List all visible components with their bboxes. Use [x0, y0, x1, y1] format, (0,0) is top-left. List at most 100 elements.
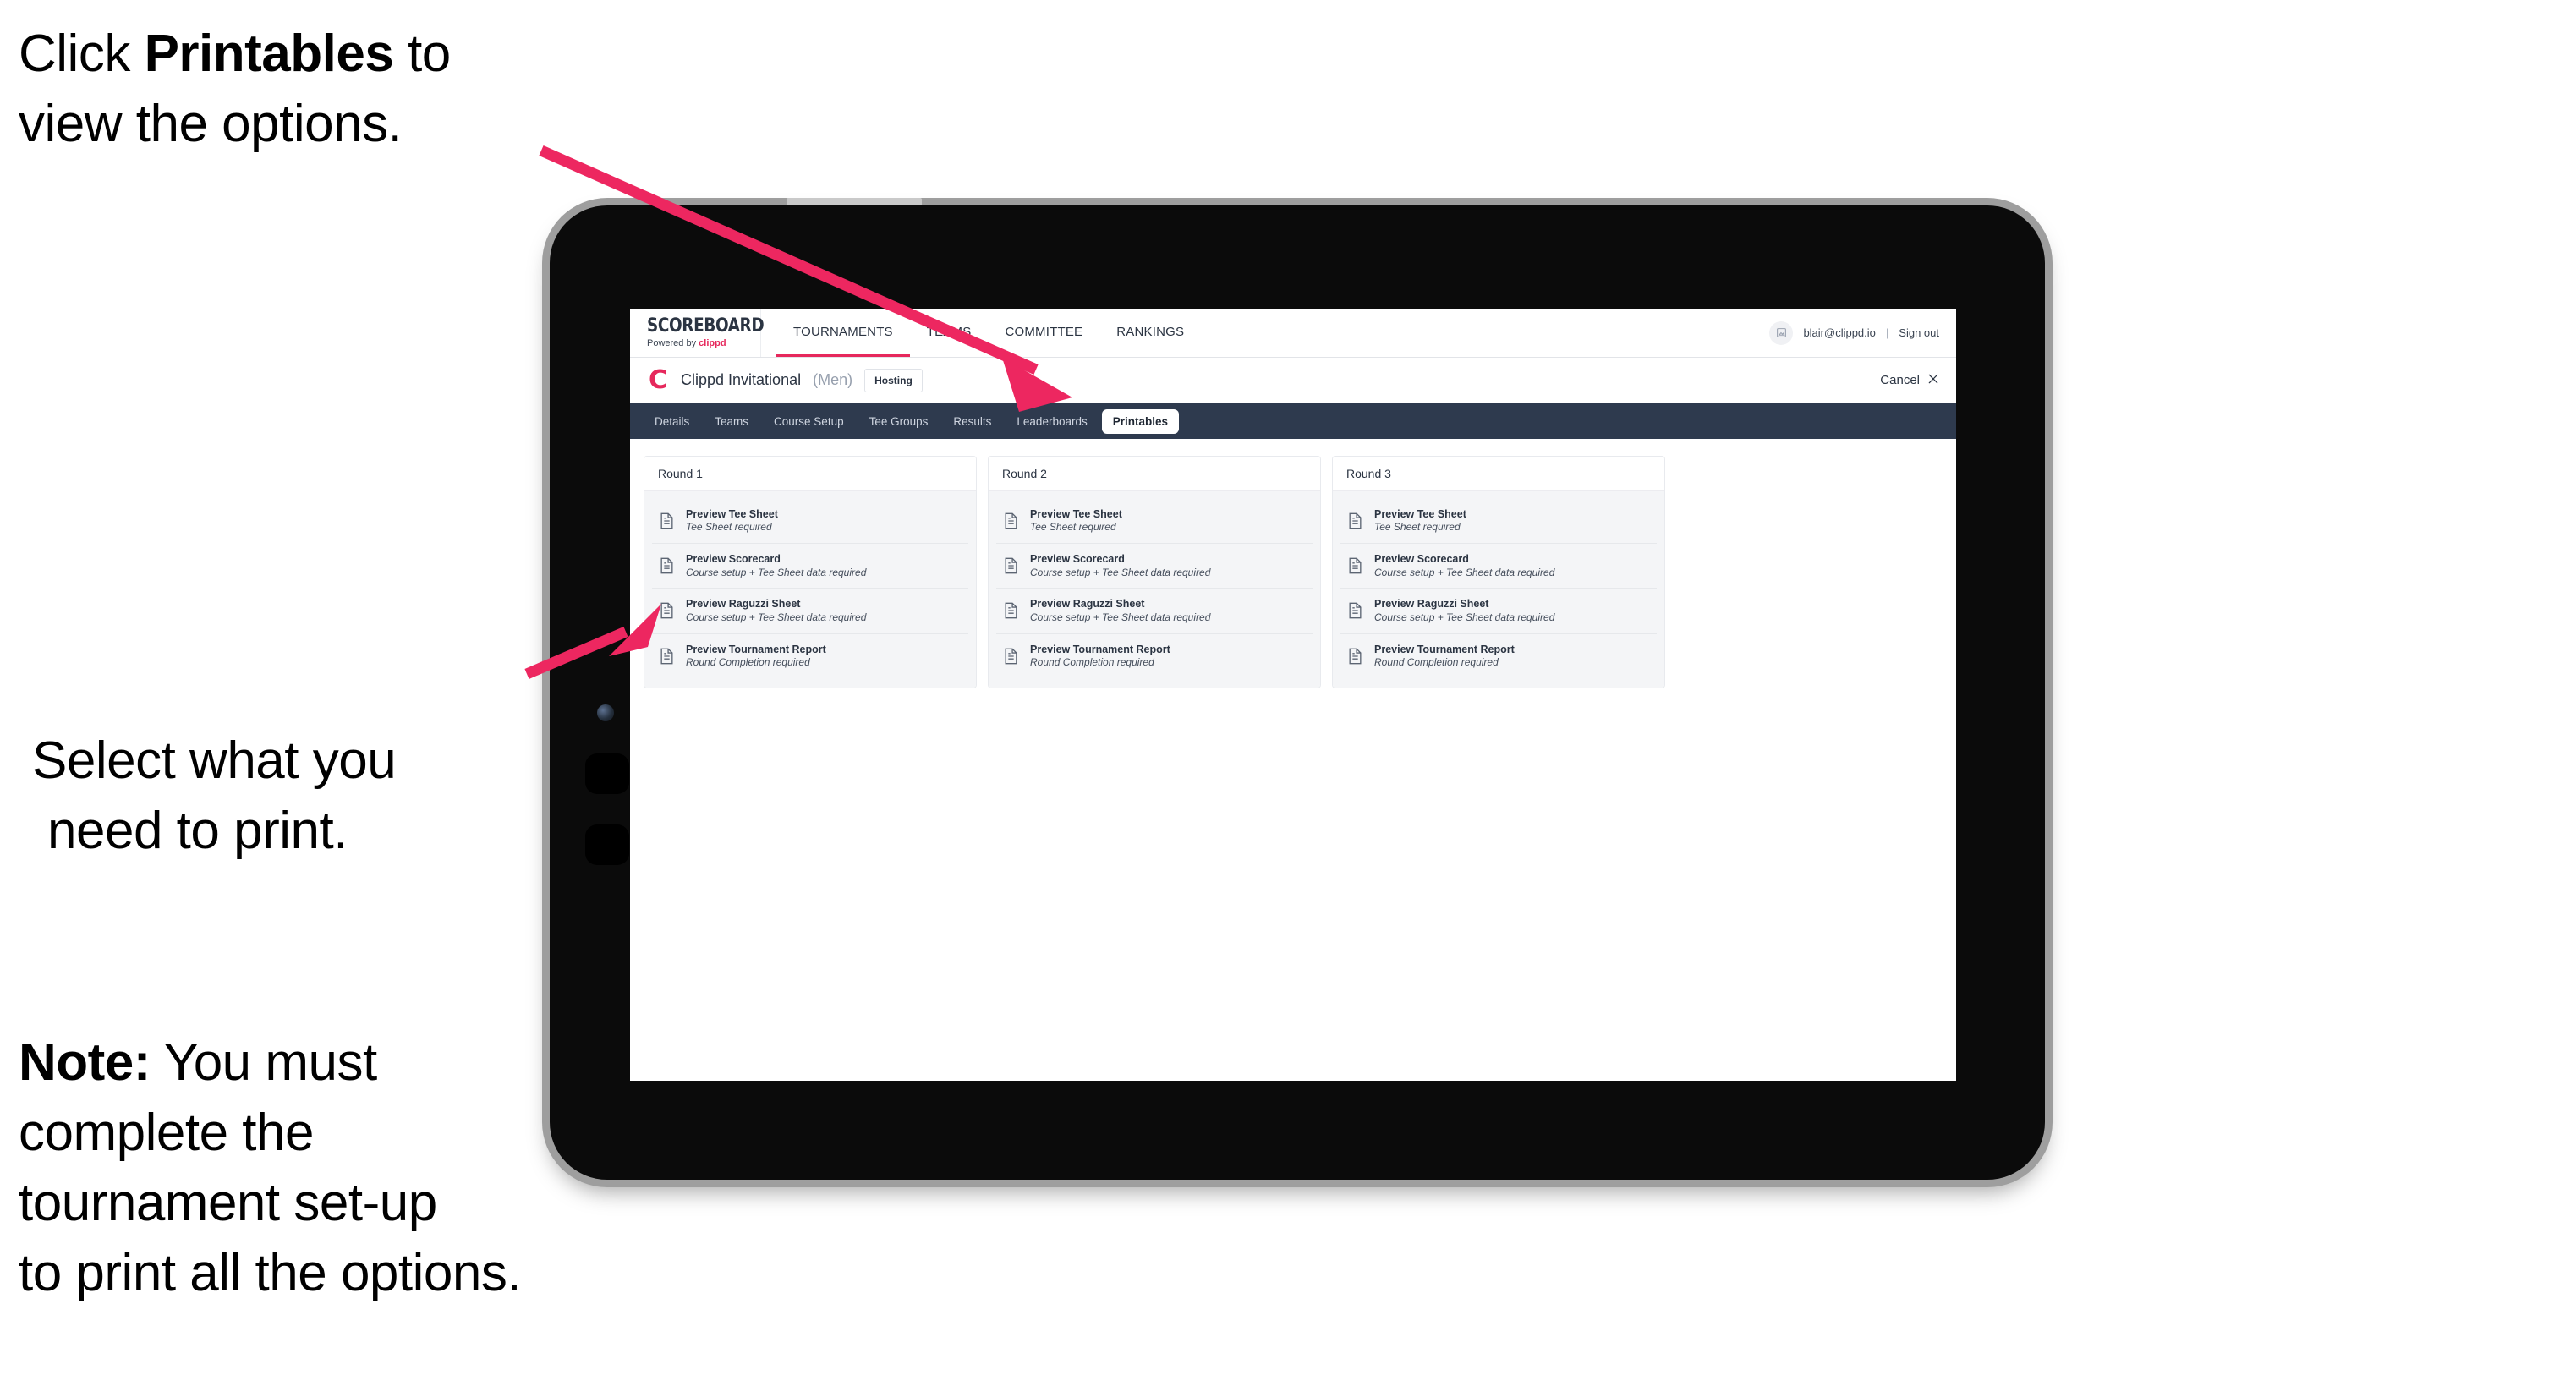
brand-logo[interactable]: SCOREBOARD Powered by clippd [630, 309, 765, 357]
tab-details[interactable]: Details [644, 409, 700, 434]
tournament-header-bar: C Clippd Invitational (Men) Hosting Canc… [630, 358, 1956, 403]
document-icon [1003, 556, 1019, 575]
printable-requirement: Course setup + Tee Sheet data required [1374, 566, 1555, 578]
printable-row-tournament-report[interactable]: Preview Tournament Report Round Completi… [1340, 633, 1657, 678]
round-2-title: Round 2 [989, 457, 1320, 491]
printable-row-scorecard[interactable]: Preview Scorecard Course setup + Tee She… [996, 544, 1313, 589]
document-icon [659, 556, 675, 575]
main-navigation: TOURNAMENTS TEAMS COMMITTEE RANKINGS [776, 309, 1201, 357]
printable-title: Preview Tournament Report [1374, 643, 1515, 655]
round-1-items: Preview Tee Sheet Tee Sheet required Pre… [644, 491, 976, 688]
tab-leaderboards[interactable]: Leaderboards [1006, 409, 1098, 434]
tab-printables[interactable]: Printables [1101, 408, 1180, 434]
printable-row-tee-sheet[interactable]: Preview Tee Sheet Tee Sheet required [652, 499, 968, 545]
close-x-icon [1927, 373, 1939, 388]
clippd-logo-icon: C [648, 364, 668, 395]
annotation-2-line2: need to print. [47, 802, 348, 861]
brand-subtitle: Powered by clippd [647, 338, 760, 348]
browser-viewport: SCOREBOARD Powered by clippd TOURNAMENTS… [630, 309, 1956, 1081]
screenshot-root: Click Printables to view the options. Se… [0, 0, 2576, 1386]
printable-title: Preview Tee Sheet [1030, 508, 1122, 520]
nav-item-teams[interactable]: TEAMS [910, 309, 989, 357]
sign-out-link[interactable]: Sign out [1899, 326, 1939, 339]
printable-requirement: Tee Sheet required [686, 521, 772, 534]
printable-row-scorecard[interactable]: Preview Scorecard Course setup + Tee She… [652, 544, 968, 589]
round-1-title: Round 1 [644, 457, 976, 491]
brand-sub-clippd: clippd [699, 338, 726, 348]
printable-title: Preview Raguzzi Sheet [1030, 598, 1145, 611]
user-avatar-icon[interactable] [1769, 320, 1794, 345]
printable-requirement: Course setup + Tee Sheet data required [686, 566, 867, 578]
brand-sub-prefix: Powered by [647, 338, 699, 348]
printable-requirement: Course setup + Tee Sheet data required [1030, 611, 1211, 623]
volume-down-button[interactable] [585, 824, 629, 865]
printable-requirement: Course setup + Tee Sheet data required [1030, 566, 1211, 578]
document-icon [1347, 512, 1363, 530]
round-column-1: Round 1 Preview Tee Sheet Tee Sheet requ… [644, 456, 977, 688]
printable-title: Preview Scorecard [1030, 553, 1125, 566]
printable-title: Preview Tee Sheet [686, 508, 778, 520]
tournament-name: Clippd Invitational [681, 371, 802, 388]
printable-row-raguzzi-sheet[interactable]: Preview Raguzzi Sheet Course setup + Tee… [1340, 589, 1657, 634]
cancel-label: Cancel [1880, 373, 1920, 387]
printable-row-raguzzi-sheet[interactable]: Preview Raguzzi Sheet Course setup + Tee… [996, 589, 1313, 634]
printable-requirement: Tee Sheet required [1030, 521, 1116, 534]
round-column-2: Round 2 Preview Tee Sheet Tee Sheet requ… [988, 456, 1321, 688]
printable-requirement: Round Completion required [686, 655, 810, 668]
printable-row-tournament-report[interactable]: Preview Tournament Report Round Completi… [652, 633, 968, 678]
document-icon [659, 647, 675, 666]
cancel-button[interactable]: Cancel [1880, 373, 1939, 388]
printable-row-tee-sheet[interactable]: Preview Tee Sheet Tee Sheet required [996, 499, 1313, 545]
printable-row-tee-sheet[interactable]: Preview Tee Sheet Tee Sheet required [1340, 499, 1657, 545]
printable-title: Preview Raguzzi Sheet [686, 598, 801, 611]
account-area: blair@clippd.io | Sign out [1769, 309, 1956, 357]
annotation-3-bold: Note: [19, 1033, 151, 1092]
printable-title: Preview Tournament Report [686, 643, 826, 655]
round-2-items: Preview Tee Sheet Tee Sheet required Pre… [989, 491, 1320, 688]
document-icon [1347, 601, 1363, 620]
nav-item-rankings[interactable]: RANKINGS [1099, 309, 1201, 357]
printable-requirement: Course setup + Tee Sheet data required [1374, 611, 1555, 623]
printable-title: Preview Scorecard [686, 553, 781, 566]
printable-row-scorecard[interactable]: Preview Scorecard Course setup + Tee She… [1340, 544, 1657, 589]
tablet-top-button [787, 198, 922, 205]
nav-item-tournaments[interactable]: TOURNAMENTS [776, 309, 910, 357]
printable-row-raguzzi-sheet[interactable]: Preview Raguzzi Sheet Course setup + Tee… [652, 589, 968, 634]
printable-title: Preview Tournament Report [1030, 643, 1170, 655]
annotation-1-bold: Printables [144, 25, 394, 83]
annotation-2-line1: Select what you [32, 731, 397, 791]
round-3-items: Preview Tee Sheet Tee Sheet required Pre… [1333, 491, 1664, 688]
document-icon [1003, 647, 1019, 666]
nav-item-committee[interactable]: COMMITTEE [988, 309, 1099, 357]
account-email: blair@clippd.io [1803, 326, 1876, 339]
tab-course-setup[interactable]: Course Setup [763, 409, 855, 434]
document-icon [1003, 512, 1019, 530]
document-icon [1003, 601, 1019, 620]
printable-row-tournament-report[interactable]: Preview Tournament Report Round Completi… [996, 633, 1313, 678]
rounds-container: Round 1 Preview Tee Sheet Tee Sheet requ… [630, 439, 1956, 688]
printable-requirement: Tee Sheet required [1374, 521, 1461, 534]
printable-requirement: Round Completion required [1030, 655, 1154, 668]
tab-teams[interactable]: Teams [704, 409, 759, 434]
tab-results[interactable]: Results [942, 409, 1002, 434]
printable-title: Preview Tee Sheet [1374, 508, 1466, 520]
volume-up-button[interactable] [585, 753, 629, 794]
app-top-bar: SCOREBOARD Powered by clippd TOURNAMENTS… [630, 309, 1956, 358]
document-icon [659, 601, 675, 620]
round-3-title: Round 3 [1333, 457, 1664, 491]
document-icon [1347, 556, 1363, 575]
tab-tee-groups[interactable]: Tee Groups [858, 409, 940, 434]
round-column-3: Round 3 Preview Tee Sheet Tee Sheet requ… [1332, 456, 1665, 688]
printable-title: Preview Scorecard [1374, 553, 1469, 566]
printable-requirement: Course setup + Tee Sheet data required [686, 611, 867, 623]
brand-title: SCOREBOARD [647, 315, 765, 337]
annotation-click-printables: Click Printables to view the options. [19, 19, 594, 159]
tablet-device: SCOREBOARD Powered by clippd TOURNAMENTS… [550, 198, 2045, 1180]
account-separator: | [1885, 326, 1889, 339]
section-tab-strip: Details Teams Course Setup Tee Groups Re… [630, 403, 1956, 439]
hosting-badge: Hosting [864, 368, 923, 392]
annotation-select-print: Select what you need to print. [32, 655, 540, 936]
document-icon [1347, 647, 1363, 666]
tournament-gender: (Men) [813, 371, 853, 388]
printable-title: Preview Raguzzi Sheet [1374, 598, 1489, 611]
